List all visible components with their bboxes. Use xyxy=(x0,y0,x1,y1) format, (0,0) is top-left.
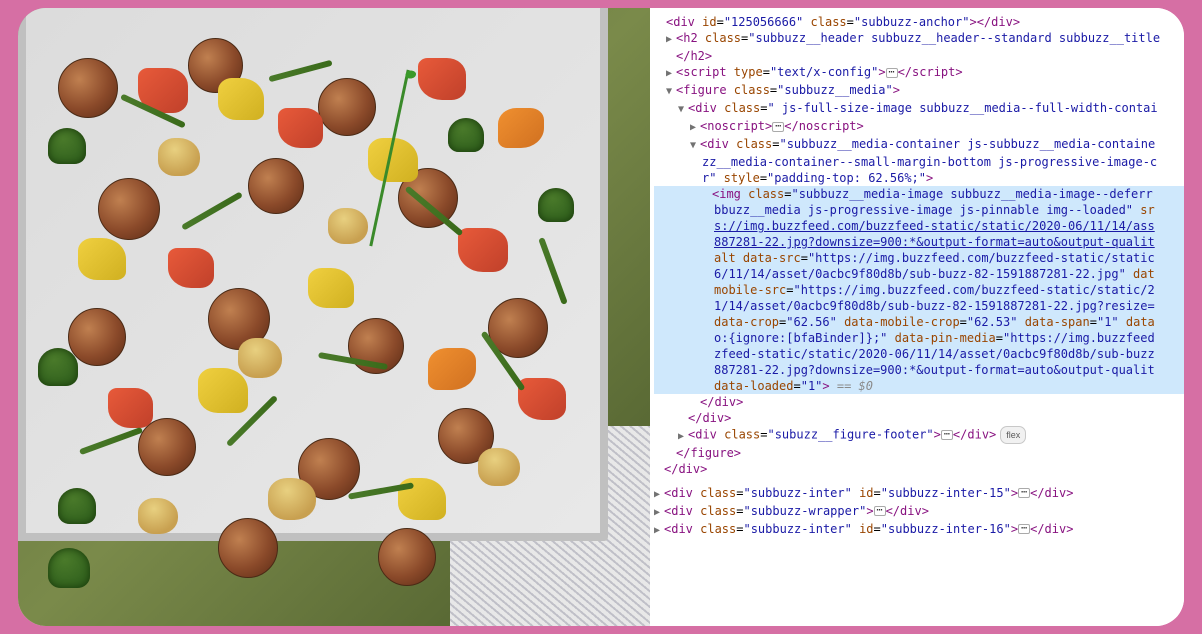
dom-node-close: </div> xyxy=(654,394,1184,410)
dom-node-close: </h2> xyxy=(654,48,1184,64)
dom-node-wrap: zz__media-container--small-margin-bottom… xyxy=(654,154,1184,170)
expand-arrow-icon[interactable]: ▶ xyxy=(666,66,676,82)
screenshot-card: <div id="125056666" class="subbuzz-ancho… xyxy=(18,8,1184,626)
selected-node-indicator: == $0 xyxy=(830,379,873,393)
dom-node[interactable]: ▼<div class="subbuzz__media-container js… xyxy=(654,136,1184,154)
dom-node[interactable]: ▼<figure class="subbuzz__media"> xyxy=(654,82,1184,100)
ellipsis-icon[interactable]: ⋯ xyxy=(1018,524,1030,534)
dom-node[interactable]: ▶<script type="text/x-config">⋯</script> xyxy=(654,64,1184,82)
ellipsis-icon[interactable]: ⋯ xyxy=(941,430,953,440)
flex-badge[interactable]: flex xyxy=(1000,426,1026,444)
article-image xyxy=(18,8,650,626)
ellipsis-icon[interactable]: ⋯ xyxy=(874,506,886,516)
ellipsis-icon[interactable]: ⋯ xyxy=(886,68,898,78)
expand-arrow-icon[interactable]: ▶ xyxy=(654,505,664,521)
selected-dom-node[interactable]: <img class="subbuzz__media-image subbuzz… xyxy=(654,186,1184,394)
dom-node-wrap: r" style="padding-top: 62.56%;"> xyxy=(654,170,1184,186)
dom-node[interactable]: ▼<div class=" js-full-size-image subbuzz… xyxy=(654,100,1184,118)
expand-arrow-icon[interactable]: ▶ xyxy=(654,523,664,539)
expand-arrow-icon[interactable]: ▶ xyxy=(654,487,664,503)
dom-node[interactable]: ▶<div class="subbuzz-inter" id="subbuzz-… xyxy=(654,485,1184,503)
collapse-arrow-icon[interactable]: ▼ xyxy=(666,84,676,100)
dom-node-close: </div> xyxy=(654,461,1184,477)
ellipsis-icon[interactable]: ⋯ xyxy=(772,122,784,132)
dom-node[interactable]: ▶<div class="subuzz__figure-footer">⋯</d… xyxy=(654,426,1184,445)
dom-node-close: </figure> xyxy=(654,445,1184,461)
expand-arrow-icon[interactable]: ▶ xyxy=(678,429,688,445)
expand-arrow-icon[interactable]: ▶ xyxy=(690,120,700,136)
devtools-elements-panel[interactable]: <div id="125056666" class="subbuzz-ancho… xyxy=(650,8,1184,626)
dom-node[interactable]: ▶<noscript>⋯</noscript> xyxy=(654,118,1184,136)
dom-node-close: </div> xyxy=(654,410,1184,426)
dom-node[interactable]: ▶<div class="subbuzz-inter" id="subbuzz-… xyxy=(654,521,1184,539)
dom-node[interactable]: ▶<div class="subbuzz-wrapper">⋯</div> xyxy=(654,503,1184,521)
expand-arrow-icon[interactable]: ▶ xyxy=(666,32,676,48)
dom-node[interactable]: ▶<h2 class="subbuzz__header subbuzz__hea… xyxy=(654,30,1184,48)
dom-node[interactable]: <div id="125056666" class="subbuzz-ancho… xyxy=(654,14,1184,30)
collapse-arrow-icon[interactable]: ▼ xyxy=(690,138,700,154)
collapse-arrow-icon[interactable]: ▼ xyxy=(678,102,688,118)
ellipsis-icon[interactable]: ⋯ xyxy=(1018,488,1030,498)
